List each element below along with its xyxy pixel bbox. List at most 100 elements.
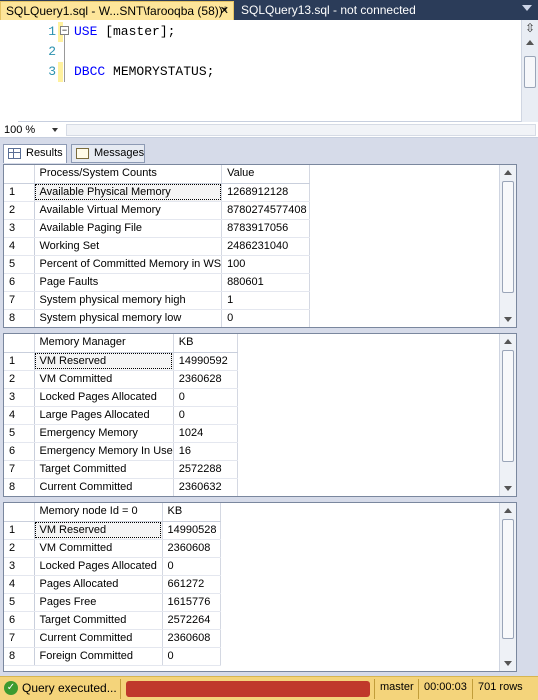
table-row[interactable]: 2 VM Committed 2360608: [4, 539, 221, 558]
column-header[interactable]: Value: [221, 165, 311, 184]
grid-vertical-scrollbar[interactable]: [499, 334, 516, 496]
table-row[interactable]: 5 Emergency Memory 1024: [4, 424, 238, 443]
grid-cell[interactable]: 0: [162, 557, 221, 576]
row-number[interactable]: 1: [4, 352, 35, 371]
tab-results[interactable]: Results: [3, 144, 67, 163]
grid-cell[interactable]: Pages Allocated: [34, 575, 163, 594]
grid-cell[interactable]: 14990592: [173, 352, 238, 371]
grid-cell[interactable]: Foreign Committed: [34, 647, 163, 666]
row-number[interactable]: 4: [4, 575, 35, 594]
grid-cell[interactable]: Locked Pages Allocated: [34, 557, 163, 576]
grid-cell[interactable]: Target Committed: [34, 460, 174, 479]
scroll-down-icon[interactable]: [504, 317, 512, 322]
query-editor[interactable]: − 1 USE [master]; 2 3 DBCC MEMORYSTATUS;…: [0, 20, 538, 122]
grid-cell[interactable]: Target Committed: [34, 611, 163, 630]
grid-cell[interactable]: VM Reserved: [34, 521, 163, 540]
grid-cell[interactable]: Current Committed: [34, 478, 174, 496]
table-row[interactable]: 1 VM Reserved 14990592: [4, 352, 238, 371]
grid-cell[interactable]: Available Paging File: [34, 219, 223, 238]
scroll-up-icon[interactable]: [526, 40, 534, 45]
row-number[interactable]: 7: [4, 629, 35, 648]
row-number[interactable]: 5: [4, 255, 35, 274]
collapse-toggle-icon[interactable]: −: [60, 26, 69, 35]
table-row[interactable]: 6 Target Committed 2572264: [4, 611, 221, 630]
table-row[interactable]: 1 VM Reserved 14990528: [4, 521, 221, 540]
grid-cell[interactable]: 16: [173, 442, 238, 461]
grid-cell[interactable]: 14990528: [162, 521, 221, 540]
row-number[interactable]: 2: [4, 370, 35, 389]
row-number[interactable]: 5: [4, 593, 35, 612]
scroll-up-icon[interactable]: [504, 170, 512, 175]
table-row[interactable]: 5 Pages Free 1615776: [4, 593, 221, 612]
table-row[interactable]: 1 Available Physical Memory 1268912128: [4, 183, 311, 202]
row-number[interactable]: 4: [4, 406, 35, 425]
table-row[interactable]: 4 Large Pages Allocated 0: [4, 406, 238, 425]
grid-cell[interactable]: Percent of Committed Memory in WS: [34, 255, 223, 274]
table-row[interactable]: 2 VM Committed 2360628: [4, 370, 238, 389]
grid-cell[interactable]: 880601: [221, 273, 311, 292]
row-number[interactable]: 8: [4, 309, 35, 327]
table-row[interactable]: 7 System physical memory high 1: [4, 291, 311, 310]
row-number[interactable]: 2: [4, 539, 35, 558]
grid-cell[interactable]: Locked Pages Allocated: [34, 388, 174, 407]
grid-cell[interactable]: 0: [221, 309, 311, 327]
row-number[interactable]: 1: [4, 183, 35, 202]
row-number[interactable]: 8: [4, 647, 35, 666]
tab-sqlquery13[interactable]: SQLQuery13.sql - not connected: [236, 1, 436, 20]
scroll-thumb[interactable]: [524, 56, 536, 88]
grid-cell[interactable]: VM Committed: [34, 539, 163, 558]
row-number[interactable]: 3: [4, 557, 35, 576]
table-row[interactable]: 8 System physical memory low 0: [4, 309, 311, 327]
grid-cell[interactable]: System physical memory low: [34, 309, 223, 327]
scroll-thumb[interactable]: [502, 181, 514, 293]
scroll-down-icon[interactable]: [504, 486, 512, 491]
tab-messages[interactable]: Messages: [71, 144, 145, 163]
grid-cell[interactable]: Emergency Memory: [34, 424, 174, 443]
grid-cell[interactable]: 100: [221, 255, 311, 274]
grid-cell[interactable]: VM Committed: [34, 370, 174, 389]
row-number[interactable]: 3: [4, 388, 35, 407]
grid-cell[interactable]: 2486231040: [221, 237, 311, 256]
column-header[interactable]: KB: [162, 503, 221, 522]
grid-cell[interactable]: Page Faults: [34, 273, 223, 292]
scroll-thumb[interactable]: [502, 350, 514, 462]
grid-cell[interactable]: VM Reserved: [34, 352, 174, 371]
table-row[interactable]: 8 Foreign Committed 0: [4, 647, 221, 666]
scroll-down-icon[interactable]: [504, 661, 512, 666]
table-row[interactable]: 3 Available Paging File 8783917056: [4, 219, 311, 238]
column-header[interactable]: KB: [173, 334, 238, 353]
table-row[interactable]: 5 Percent of Committed Memory in WS 100: [4, 255, 311, 274]
grid-cell[interactable]: 0: [173, 388, 238, 407]
tab-list-dropdown-icon[interactable]: [522, 5, 532, 11]
grid-vertical-scrollbar[interactable]: [499, 503, 516, 671]
scroll-thumb[interactable]: [502, 519, 514, 639]
result-grid-2[interactable]: Memory Manager KB 1 VM Reserved 14990592 2…: [3, 333, 517, 497]
grid-cell[interactable]: Emergency Memory In Use: [34, 442, 174, 461]
table-row[interactable]: 7 Target Committed 2572288: [4, 460, 238, 479]
grid-cell[interactable]: 1: [221, 291, 311, 310]
close-tab-icon[interactable]: ✕: [220, 2, 229, 21]
row-number[interactable]: 2: [4, 201, 35, 220]
table-row[interactable]: 2 Available Virtual Memory 8780274577408: [4, 201, 311, 220]
grid-cell[interactable]: 2572288: [173, 460, 238, 479]
table-row[interactable]: 3 Locked Pages Allocated 0: [4, 388, 238, 407]
grid-cell[interactable]: 661272: [162, 575, 221, 594]
grid-cell[interactable]: Current Committed: [34, 629, 163, 648]
row-number[interactable]: 7: [4, 291, 35, 310]
grid-vertical-scrollbar[interactable]: [499, 165, 516, 327]
grid-cell[interactable]: 1615776: [162, 593, 221, 612]
result-grid-1[interactable]: Process/System Counts Value 1 Available P…: [3, 164, 517, 328]
table-row[interactable]: 7 Current Committed 2360608: [4, 629, 221, 648]
table-row[interactable]: 3 Locked Pages Allocated 0: [4, 557, 221, 576]
column-header[interactable]: Memory node Id = 0: [34, 503, 163, 522]
table-row[interactable]: 8 Current Committed 2360632: [4, 478, 238, 496]
column-header[interactable]: Memory Manager: [34, 334, 174, 353]
split-window-icon[interactable]: ⇳: [524, 22, 536, 34]
grid-cell[interactable]: Available Virtual Memory: [34, 201, 223, 220]
column-header[interactable]: Process/System Counts: [34, 165, 223, 184]
grid-cell[interactable]: 2360608: [162, 539, 221, 558]
grid-cell[interactable]: 2360632: [173, 478, 238, 496]
grid-cell[interactable]: 8783917056: [221, 219, 311, 238]
grid-cell[interactable]: Pages Free: [34, 593, 163, 612]
row-number[interactable]: 3: [4, 219, 35, 238]
